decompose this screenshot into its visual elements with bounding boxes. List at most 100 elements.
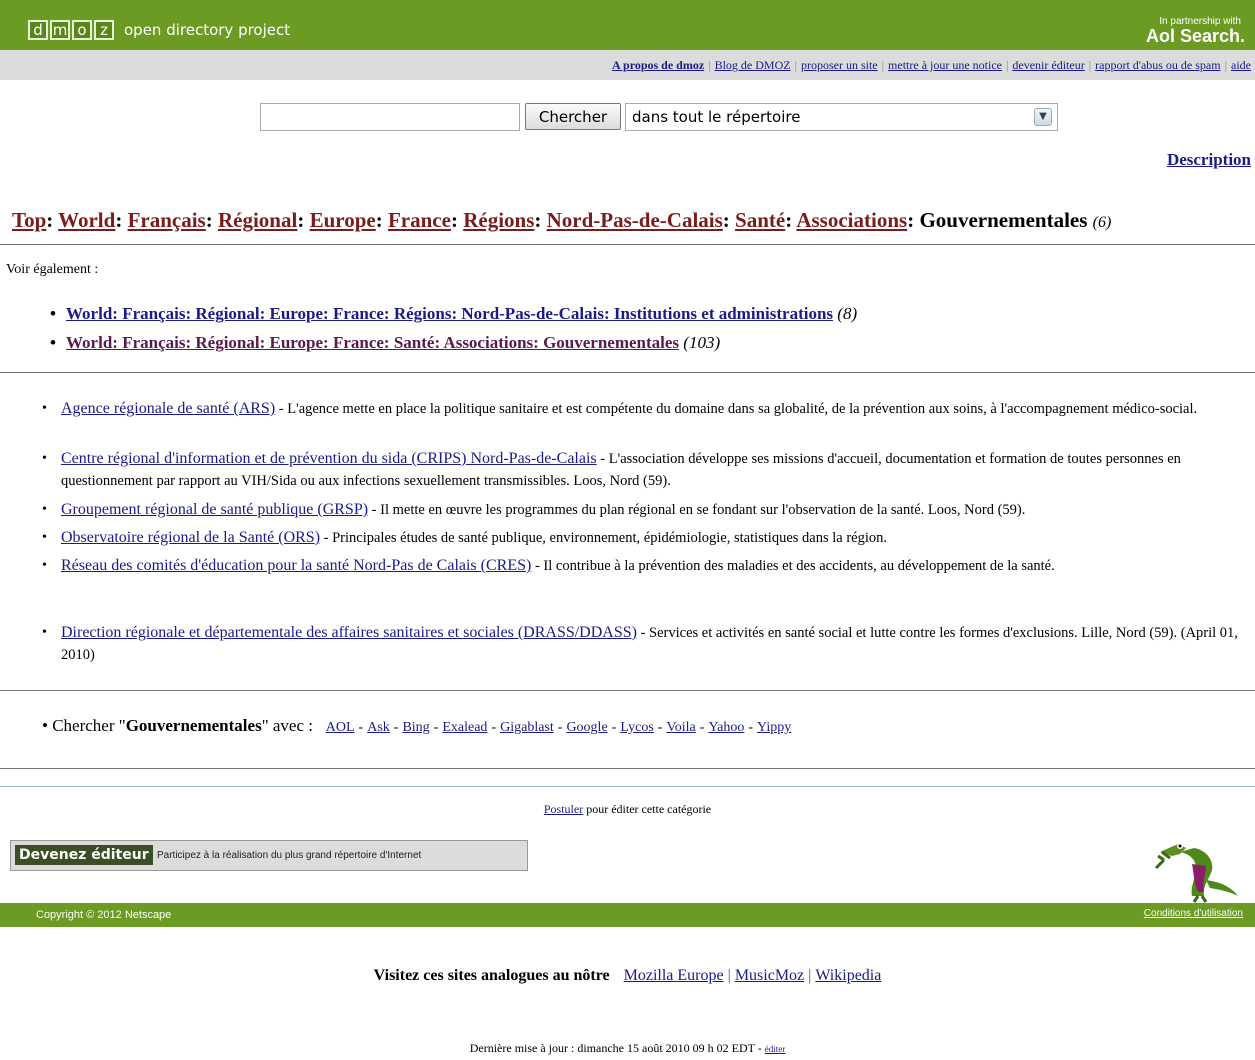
breadcrumb-item[interactable]: World	[58, 208, 115, 232]
top-navigation: A propos de dmoz | Blog de DMOZ | proposer u…	[0, 50, 1255, 80]
list-item: • Direction régionale et départementale …	[42, 622, 1242, 666]
search-button[interactable]: Chercher	[525, 103, 621, 130]
breadcrumb-item[interactable]: Associations	[796, 208, 907, 232]
divider	[0, 690, 1255, 691]
site-description: - Il mette en œuvre les programmes du pl…	[368, 502, 1026, 518]
logo-letter-d: d	[28, 20, 48, 40]
site-description: - Principales études de santé publique, …	[320, 530, 888, 546]
search-with-term: Gouvernementales	[125, 716, 262, 735]
divider	[0, 372, 1255, 373]
nav-become-editor-link[interactable]: devenir éditeur	[1012, 58, 1084, 72]
engine-link-lycos[interactable]: Lycos	[620, 720, 653, 735]
bullet-icon: •	[42, 451, 47, 466]
logo-letter-o: o	[72, 20, 92, 40]
lizard-mascot-icon	[1154, 843, 1238, 903]
breadcrumb-item[interactable]: Nord-Pas-de-Calais	[547, 208, 723, 232]
sister-link-wikipedia[interactable]: Wikipedia	[815, 967, 881, 984]
search-with-prefix: Chercher "	[52, 716, 126, 735]
bullet-icon: •	[50, 304, 56, 323]
footer-bar: Copyright © 2012 Netscape Conditions d'u…	[0, 903, 1255, 927]
site-link[interactable]: Direction régionale et départementale de…	[61, 624, 637, 641]
breadcrumb-item[interactable]: Régions	[463, 208, 534, 232]
logo-tagline: open directory project	[124, 21, 291, 39]
sister-link-mozilla-europe[interactable]: Mozilla Europe	[624, 967, 724, 984]
site-link[interactable]: Centre régional d'information et de prév…	[61, 450, 597, 467]
list-item: • Agence régionale de santé (ARS) - L'ag…	[42, 398, 1242, 420]
site-description: - L'agence mette en place la politique s…	[275, 401, 1198, 417]
see-also-item: • World: Français: Régional: Europe: Fran…	[50, 304, 857, 324]
breadcrumb-item[interactable]: France	[388, 208, 451, 232]
site-link[interactable]: Agence régionale de santé (ARS)	[61, 400, 275, 417]
bullet-icon: •	[42, 716, 53, 735]
header-bar: d m o z open directory project In partne…	[0, 0, 1255, 50]
list-item: • Observatoire régional de la Santé (ORS…	[42, 527, 1242, 549]
site-link[interactable]: Réseau des comités d'éducation pour la s…	[61, 557, 531, 574]
breadcrumb-item[interactable]: Top	[12, 208, 46, 232]
apply-to-edit: Postuler pour éditer cette catégorie	[0, 802, 1255, 817]
list-item: • Groupement régional de santé publique …	[42, 499, 1242, 521]
engine-link-yippy[interactable]: Yippy	[757, 720, 791, 735]
see-also-label: Voir également :	[6, 262, 99, 277]
apply-text: pour éditer cette catégorie	[583, 802, 712, 816]
sister-sites: Visitez ces sites analogues au nôtre Moz…	[373, 967, 882, 984]
description-link[interactable]: Description	[1167, 150, 1251, 170]
nav-update-listing-link[interactable]: mettre à jour une notice	[888, 58, 1002, 72]
breadcrumb-current: Gouvernementales	[919, 208, 1088, 232]
search-with-engines: • Chercher "Gouvernementales" avec : AOL…	[42, 716, 792, 735]
search-with-suffix: " avec :	[261, 716, 313, 735]
bullet-icon: •	[42, 625, 47, 640]
engine-link-voila[interactable]: Voila	[666, 720, 695, 735]
nav-suggest-site-link[interactable]: proposer un site	[801, 58, 878, 72]
breadcrumb: Top: World: Français: Régional: Europe: …	[12, 208, 1112, 232]
see-also-count: (8)	[837, 304, 858, 323]
engine-link-google[interactable]: Google	[566, 720, 607, 735]
bullet-icon: •	[42, 502, 47, 517]
engine-link-aol[interactable]: AOL	[326, 720, 355, 735]
bullet-icon: •	[42, 401, 47, 416]
see-also-item: • World: Français: Régional: Europe: Fran…	[50, 333, 720, 353]
logo-letter-m: m	[50, 20, 70, 40]
copyright: Copyright © 2012 Netscape	[36, 909, 172, 921]
dmoz-logo[interactable]: d m o z open directory project	[28, 20, 290, 40]
engine-link-ask[interactable]: Ask	[367, 720, 390, 735]
become-editor-banner[interactable]: Devenez éditeur Participez à la réalisat…	[10, 840, 528, 871]
bullet-icon: •	[42, 530, 47, 545]
see-also-link[interactable]: World: Français: Régional: Europe: Franc…	[66, 304, 833, 323]
see-also-count: (103)	[683, 333, 721, 352]
search-scope-value: dans tout le répertoire	[632, 108, 801, 126]
chevron-down-icon[interactable]: ▼	[1034, 108, 1052, 126]
nav-help-link[interactable]: aide	[1231, 58, 1251, 72]
breadcrumb-item[interactable]: Français	[128, 208, 206, 232]
search-scope-select[interactable]: dans tout le répertoire ▼	[625, 103, 1058, 131]
category-count: (6)	[1092, 214, 1112, 231]
apply-link[interactable]: Postuler	[544, 802, 583, 816]
last-update-text: Dernière mise à jour : dimanche 15 août …	[469, 1041, 765, 1055]
engine-link-bing[interactable]: Bing	[402, 720, 429, 735]
breadcrumb-item[interactable]: Santé	[735, 208, 785, 232]
divider	[0, 244, 1255, 245]
site-link[interactable]: Observatoire régional de la Santé (ORS)	[61, 529, 320, 546]
logo-letter-z: z	[94, 20, 114, 40]
divider	[0, 768, 1255, 769]
list-item: • Réseau des comités d'éducation pour la…	[42, 555, 1242, 577]
site-link[interactable]: Groupement régional de santé publique (G…	[61, 501, 368, 518]
aol-search-logo[interactable]: Aol Search.	[1146, 26, 1245, 47]
divider	[0, 786, 1255, 787]
search-input[interactable]	[260, 103, 520, 131]
see-also-link[interactable]: World: Français: Régional: Europe: Franc…	[66, 333, 679, 352]
breadcrumb-item[interactable]: Régional	[218, 208, 297, 232]
engine-link-exalead[interactable]: Exalead	[442, 720, 487, 735]
site-description: - Il contribue à la prévention des malad…	[531, 558, 1055, 574]
bullet-icon: •	[50, 333, 56, 352]
edit-link[interactable]: éditer	[765, 1044, 786, 1054]
terms-of-use-link[interactable]: Conditions d'utilisation	[1144, 908, 1243, 919]
sister-link-musicmoz[interactable]: MusicMoz	[735, 967, 804, 984]
breadcrumb-item[interactable]: Europe	[310, 208, 376, 232]
bullet-icon: •	[42, 558, 47, 573]
engine-link-gigablast[interactable]: Gigablast	[500, 720, 554, 735]
nav-report-abuse-link[interactable]: rapport d'abus ou de spam	[1095, 58, 1220, 72]
nav-about-link[interactable]: A propos de dmoz	[612, 58, 704, 72]
engine-link-yahoo[interactable]: Yahoo	[708, 720, 744, 735]
become-editor-label: Devenez éditeur	[15, 845, 153, 865]
nav-blog-link[interactable]: Blog de DMOZ	[715, 58, 791, 72]
